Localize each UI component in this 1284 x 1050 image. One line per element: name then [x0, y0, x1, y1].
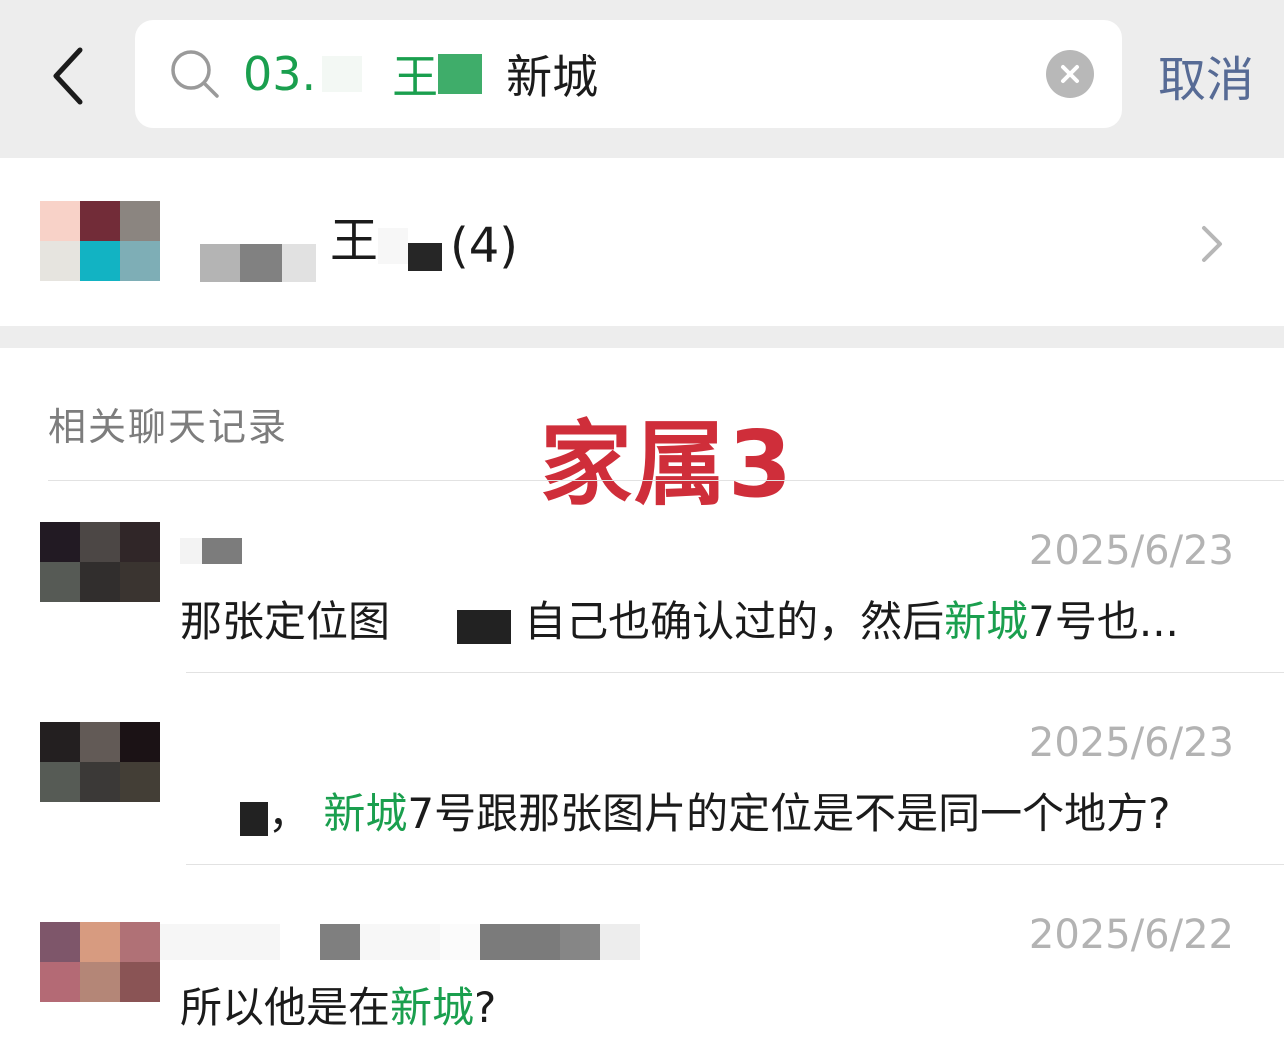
message-date: 2025/6/22 — [1028, 912, 1234, 958]
cancel-button[interactable]: 取消 — [1158, 40, 1254, 110]
message-text: ， — [268, 789, 311, 838]
contact-member-count: (4) — [450, 218, 519, 274]
message-snippet: 所以他是在新城? — [180, 974, 496, 1035]
avatar — [40, 522, 160, 602]
contact-result-row[interactable]: 王 (4) — [0, 158, 1284, 326]
section-separator — [0, 326, 1284, 348]
search-header: 03. 王 新城 取消 — [0, 0, 1284, 158]
blurred-text — [480, 924, 560, 960]
back-button[interactable] — [40, 38, 110, 114]
chat-record-item[interactable]: 2025/6/23 那张定位图 自己也确认过的，然后新城7号也... — [0, 480, 1284, 672]
blurred-text — [180, 538, 202, 564]
blurred-text — [240, 802, 268, 836]
blurred-text — [378, 228, 409, 264]
blurred-text — [440, 924, 480, 960]
blurred-text — [456, 610, 511, 644]
sender-name — [160, 924, 640, 960]
sender-name — [180, 536, 242, 566]
back-arrow-icon — [53, 47, 83, 105]
chat-record-item[interactable]: 2025/6/22 所以他是在新城? — [0, 864, 1284, 1050]
blurred-text — [200, 244, 240, 282]
blurred-text — [322, 56, 363, 92]
blurred-text — [403, 608, 443, 636]
chat-record-item[interactable]: 2025/6/23 ， 新城7号跟那张图片的定位是不是同一个地方? — [0, 672, 1284, 864]
contact-name-char: 王 — [330, 213, 379, 269]
clear-icon — [1061, 65, 1079, 83]
message-snippet: 那张定位图 自己也确认过的，然后新城7号也... — [180, 588, 1179, 649]
avatar — [40, 201, 160, 281]
highlight-keyword: 新城 — [390, 983, 475, 1032]
search-box[interactable]: 03. 王 新城 — [135, 20, 1122, 128]
search-input[interactable]: 03. 王 新城 — [243, 20, 1043, 128]
search-keyword-place: 新城 — [506, 50, 599, 104]
blurred-text — [560, 924, 600, 960]
blurred-text — [408, 243, 443, 271]
message-text: 所以他是在 — [180, 983, 391, 1032]
blurred-text — [360, 924, 440, 960]
message-text: ? — [474, 983, 497, 1032]
message-date: 2025/6/23 — [1028, 720, 1234, 766]
blurred-text — [438, 54, 483, 94]
contact-name: 王 (4) — [200, 210, 518, 282]
blurred-text — [202, 538, 242, 564]
search-keyword-name: 王 — [392, 50, 439, 104]
message-date: 2025/6/23 — [1028, 528, 1234, 574]
blurred-text — [280, 924, 320, 960]
message-text: 7号跟那张图片的定位是不是同一个地方? — [407, 789, 1171, 838]
search-results-page: 03. 王 新城 取消 王 (4) 相关聊天记录 家属3 2025/6/23 那… — [0, 0, 1284, 1050]
highlight-keyword: 新城 — [944, 597, 1029, 646]
chevron-right-icon — [1202, 226, 1222, 262]
avatar — [40, 922, 160, 1002]
message-text: 自己也确认过的，然后 — [524, 597, 945, 646]
blurred-text — [600, 924, 640, 960]
clear-search-button[interactable] — [1046, 50, 1094, 98]
blurred-text — [320, 924, 360, 960]
search-keyword-number: 03. — [243, 47, 317, 101]
search-icon — [171, 50, 219, 98]
blurred-text — [282, 244, 316, 282]
blurred-text — [240, 244, 282, 282]
message-text: 7号也... — [1028, 597, 1179, 646]
highlight-keyword: 新城 — [323, 789, 408, 838]
message-snippet: ， 新城7号跟那张图片的定位是不是同一个地方? — [240, 780, 1170, 841]
blurred-text — [160, 924, 280, 960]
avatar — [40, 722, 160, 802]
message-text: 那张定位图 — [180, 597, 391, 646]
section-title: 相关聊天记录 — [48, 405, 289, 449]
